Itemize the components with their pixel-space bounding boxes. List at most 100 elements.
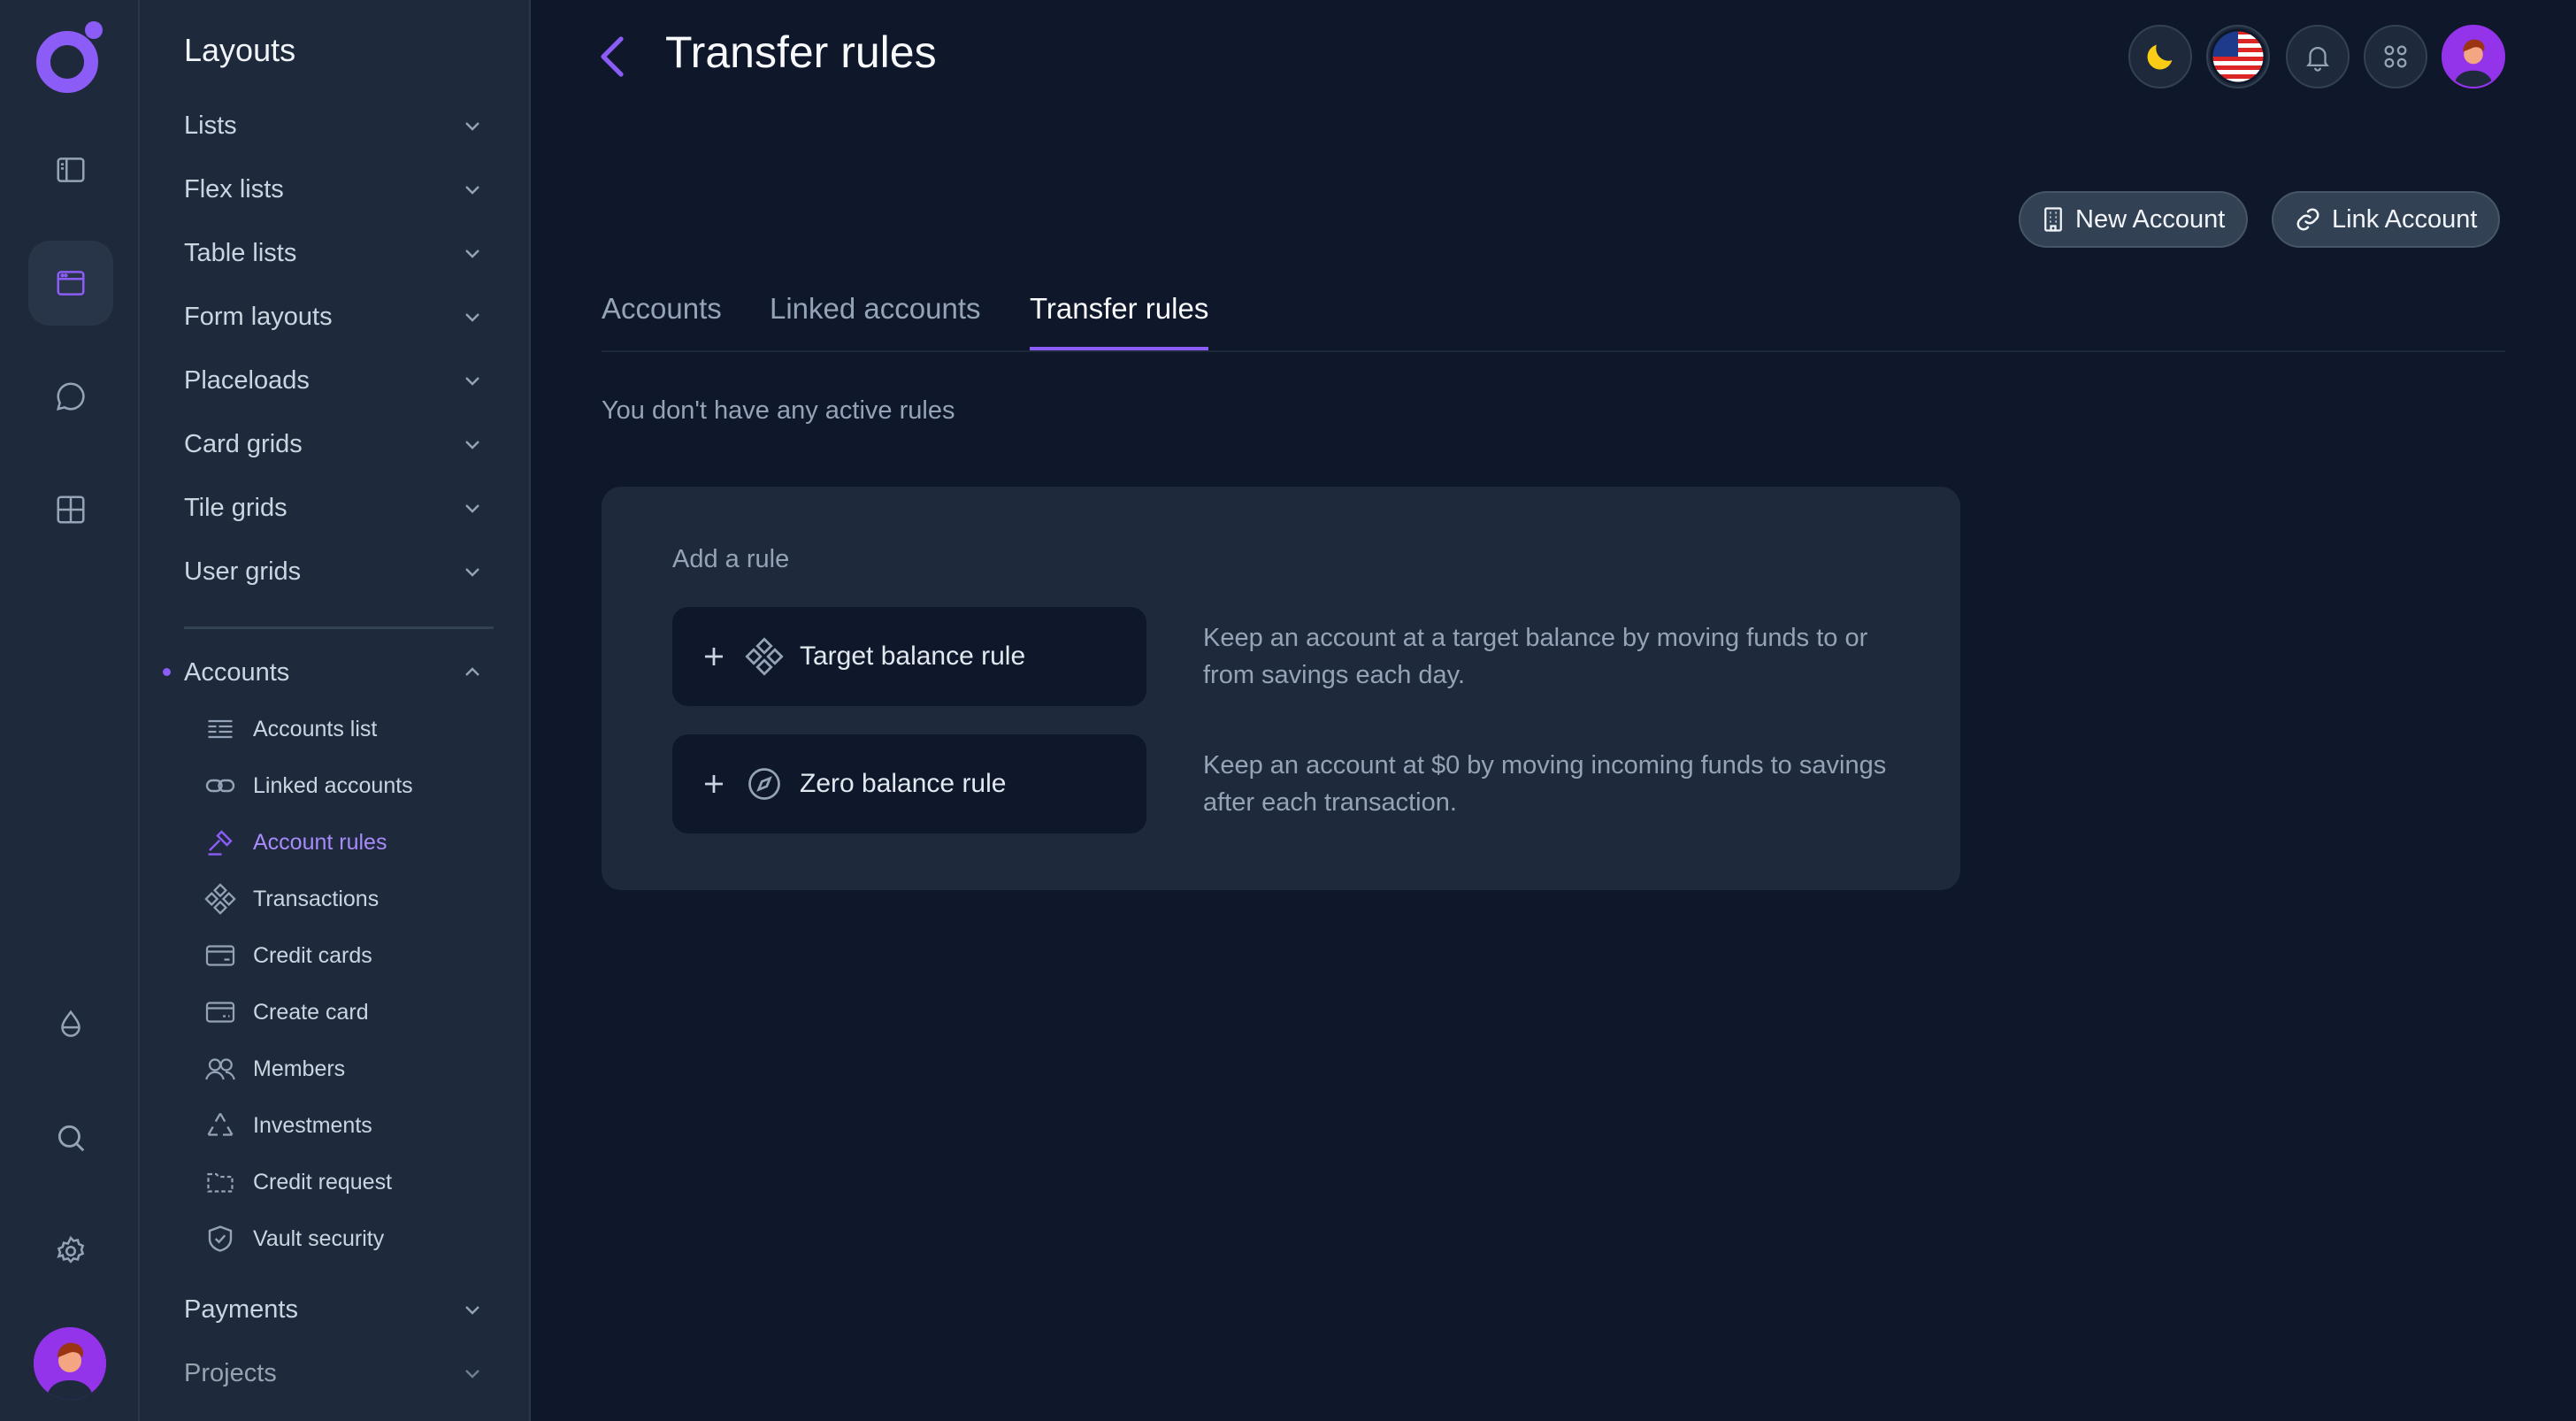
create-card-icon bbox=[203, 995, 237, 1029]
list-icon bbox=[203, 712, 237, 746]
new-account-button[interactable]: New Account bbox=[2019, 191, 2249, 248]
sidebar-item-card-grids[interactable]: Card grids bbox=[184, 418, 494, 471]
moon-icon bbox=[2147, 44, 2173, 70]
diamond-icon bbox=[203, 882, 237, 916]
grid-icon[interactable] bbox=[28, 467, 113, 552]
icon-rail bbox=[0, 0, 140, 1421]
plus-icon bbox=[705, 775, 723, 793]
tab-transfer-rules[interactable]: Transfer rules bbox=[1030, 292, 1209, 350]
active-group-dot bbox=[163, 668, 171, 676]
sidebar-item-form-layouts[interactable]: Form layouts bbox=[184, 290, 494, 343]
sidebar-subitem-vault-security[interactable]: Vault security bbox=[203, 1217, 384, 1260]
chevron-down-icon bbox=[465, 377, 479, 386]
sidebar-item-flex-lists[interactable]: Flex lists bbox=[184, 163, 494, 216]
folder-icon bbox=[203, 1165, 237, 1199]
language-button[interactable] bbox=[2206, 25, 2270, 88]
back-button[interactable] bbox=[594, 34, 630, 80]
sidebar-subitem-label: Credit cards bbox=[253, 942, 372, 968]
droplet-icon[interactable] bbox=[28, 982, 113, 1067]
sidebar-subitem-linked-accounts[interactable]: Linked accounts bbox=[203, 764, 413, 807]
sidebar-subitem-investments[interactable]: Investments bbox=[203, 1104, 372, 1147]
sidebar-item-user-grids[interactable]: User grids bbox=[184, 545, 494, 598]
sidebar-item-tile-grids[interactable]: Tile grids bbox=[184, 481, 494, 534]
sidebar-subitem-label: Account rules bbox=[253, 829, 387, 855]
users-icon bbox=[203, 1052, 237, 1086]
theme-toggle-button[interactable] bbox=[2128, 25, 2192, 88]
logo-icon[interactable] bbox=[34, 19, 106, 96]
sidebar-subitem-account-rules[interactable]: Account rules bbox=[203, 821, 387, 864]
sidebar-item-placeloads[interactable]: Placeloads bbox=[184, 354, 494, 407]
sidebar-item-label: Projects bbox=[184, 1358, 277, 1387]
search-icon[interactable] bbox=[28, 1095, 113, 1180]
zero-balance-rule-button[interactable]: Zero balance rule bbox=[672, 734, 1146, 833]
apps-button[interactable] bbox=[2364, 25, 2427, 88]
avatar[interactable] bbox=[2442, 25, 2505, 88]
chevron-down-icon bbox=[465, 313, 479, 322]
sidebar-subitem-transactions[interactable]: Transactions bbox=[203, 878, 379, 920]
sidebar-item-table-lists[interactable]: Table lists bbox=[184, 227, 494, 280]
sidebar-item-projects[interactable]: Projects bbox=[184, 1347, 494, 1400]
sidebar-subitem-credit-request[interactable]: Credit request bbox=[203, 1161, 392, 1203]
sub-sidebar: Layouts Lists Flex lists Table lists For… bbox=[140, 0, 531, 1421]
sidebar-toggle-icon[interactable] bbox=[28, 127, 113, 212]
recycle-icon bbox=[203, 1109, 237, 1142]
tabs-divider bbox=[602, 350, 2505, 352]
sidebar-subitem-label: Create card bbox=[253, 999, 369, 1025]
link-icon bbox=[203, 769, 237, 803]
chevron-down-icon bbox=[465, 186, 479, 195]
sidebar-item-label: Tile grids bbox=[184, 493, 288, 522]
chevron-down-icon bbox=[465, 1306, 479, 1315]
chevron-down-icon bbox=[465, 504, 479, 513]
new-account-label: New Account bbox=[2075, 204, 2226, 234]
sidebar-subitem-label: Vault security bbox=[253, 1225, 385, 1251]
sidebar-subitem-label: Credit request bbox=[253, 1169, 393, 1194]
target-balance-rule-button[interactable]: Target balance rule bbox=[672, 607, 1146, 706]
sidebar-subitem-create-card[interactable]: Create card bbox=[203, 991, 369, 1033]
apps-icon bbox=[2384, 45, 2407, 68]
chevron-down-icon bbox=[465, 568, 479, 577]
sidebar-item-label: Lists bbox=[184, 111, 237, 140]
rule-description: Keep an account at $0 by moving incoming… bbox=[1203, 751, 1887, 817]
gavel-icon bbox=[203, 826, 237, 859]
sidebar-item-label: User grids bbox=[184, 557, 302, 586]
avatar[interactable] bbox=[34, 1327, 106, 1400]
card-title: Add a rule bbox=[672, 545, 790, 573]
sidebar-subitem-label: Accounts list bbox=[253, 716, 378, 741]
building-icon bbox=[2044, 207, 2062, 232]
sidebar-subitem-label: Members bbox=[253, 1056, 346, 1081]
notifications-button[interactable] bbox=[2286, 25, 2350, 88]
window-icon[interactable] bbox=[28, 241, 113, 326]
chevron-down-icon bbox=[465, 1370, 479, 1379]
chevron-down-icon bbox=[465, 441, 479, 449]
chevron-down-icon bbox=[465, 250, 479, 258]
sidebar-item-label: Payments bbox=[184, 1294, 298, 1324]
sidebar-title: Layouts bbox=[184, 32, 296, 68]
tab-accounts[interactable]: Accounts bbox=[602, 292, 722, 350]
sidebar-item-label: Table lists bbox=[184, 238, 297, 267]
chevron-down-icon bbox=[465, 122, 479, 131]
sidebar-subitem-credit-cards[interactable]: Credit cards bbox=[203, 934, 372, 977]
rule-description: Keep an account at a target balance by m… bbox=[1203, 624, 1868, 689]
page-title: Transfer rules bbox=[665, 27, 937, 77]
link-account-label: Link Account bbox=[2332, 204, 2478, 234]
sidebar-item-label: Accounts bbox=[184, 657, 290, 687]
sidebar-item-label: Placeloads bbox=[184, 365, 310, 395]
sidebar-item-lists[interactable]: Lists bbox=[184, 99, 494, 152]
link-account-button[interactable]: Link Account bbox=[2272, 191, 2501, 248]
link-icon bbox=[2296, 208, 2319, 231]
tab-linked-accounts[interactable]: Linked accounts bbox=[770, 292, 981, 350]
sidebar-item-label: Flex lists bbox=[184, 174, 284, 204]
sidebar-item-label: Form layouts bbox=[184, 302, 333, 331]
sidebar-subitem-label: Transactions bbox=[253, 886, 380, 911]
gear-icon[interactable] bbox=[28, 1209, 113, 1294]
chat-icon[interactable] bbox=[28, 354, 113, 439]
sidebar-group-accounts[interactable]: Accounts bbox=[184, 646, 494, 699]
sidebar-subitem-members[interactable]: Members bbox=[203, 1048, 345, 1090]
chevron-up-icon bbox=[465, 667, 479, 676]
sidebar-subitem-accounts-list[interactable]: Accounts list bbox=[203, 708, 377, 750]
sidebar-item-payments[interactable]: Payments bbox=[184, 1283, 494, 1336]
credit-card-icon bbox=[203, 939, 237, 972]
plus-icon bbox=[705, 648, 723, 665]
diamond-icon bbox=[745, 637, 784, 676]
compass-icon bbox=[748, 768, 780, 800]
